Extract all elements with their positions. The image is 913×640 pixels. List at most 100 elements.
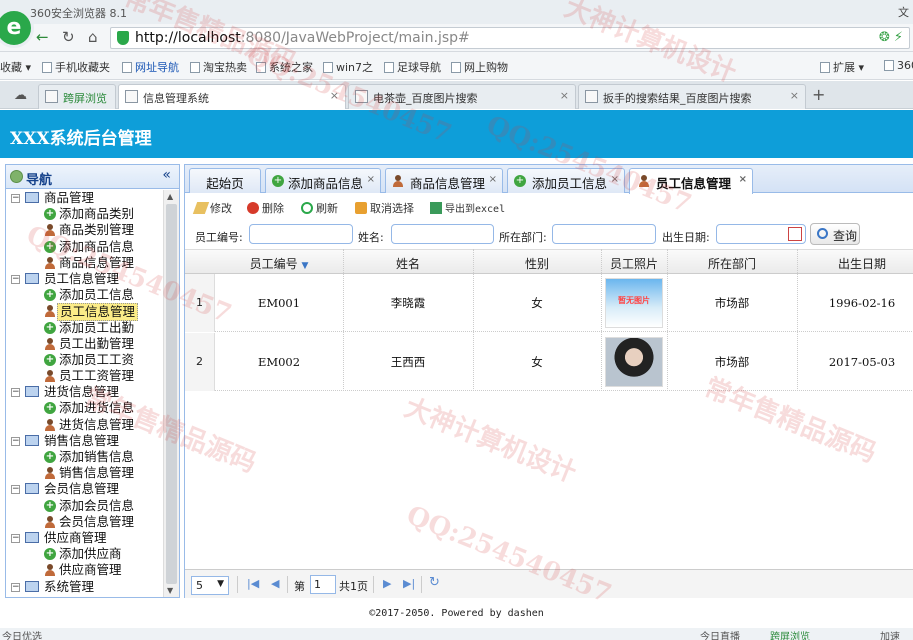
col-photo[interactable]: 员工照片 <box>601 255 667 272</box>
refresh-button[interactable]: 刷新 <box>301 200 338 216</box>
tree-item[interactable]: 商品类别管理 <box>6 222 164 238</box>
browser-tab[interactable]: 跨屏浏览 <box>38 84 116 109</box>
expander-icon[interactable]: − <box>11 194 20 203</box>
tree-item[interactable]: 员工工资管理 <box>6 368 164 384</box>
user-icon <box>44 467 56 480</box>
fav-item[interactable]: 足球导航 <box>384 59 441 75</box>
birth-date-input[interactable] <box>716 224 806 244</box>
browser-tab[interactable]: 电茶壶_百度图片搜索 × <box>348 84 576 109</box>
fav-item[interactable]: 网址导航 <box>122 59 179 75</box>
expander-icon[interactable]: − <box>11 485 20 495</box>
computer-icon <box>25 272 39 284</box>
tree-group[interactable]: − 会员信息管理 <box>6 481 164 497</box>
user-icon <box>44 515 56 528</box>
tree-group[interactable]: − 商品管理 <box>6 190 164 206</box>
tree-item[interactable]: + 添加员工信息 <box>6 287 164 303</box>
calendar-icon[interactable] <box>788 227 802 241</box>
nav-tree: − 商品管理 + 添加商品类别 商品类别管理 + 添加商品信息 商品信息管理 − 员工信息管理 + 添… <box>6 190 164 597</box>
sidebar-scrollbar[interactable]: ▲ ▼ <box>163 190 179 597</box>
tab-add-goods[interactable]: + 添加商品信息 × <box>265 168 381 193</box>
fav-item[interactable]: win7之 <box>323 59 373 75</box>
fav-item[interactable]: 淘宝热卖 <box>190 59 247 75</box>
tab-add-employee[interactable]: + 添加员工信息 × <box>507 168 625 193</box>
tree-group[interactable]: − 销售信息管理 <box>6 433 164 449</box>
tree-item[interactable]: + 添加供应商 <box>6 546 164 562</box>
tree-group[interactable]: − 进货信息管理 <box>6 384 164 400</box>
last-page-icon[interactable]: ▶| <box>403 577 415 590</box>
tree-item[interactable]: + 添加员工工资 <box>6 352 164 368</box>
table-row[interactable]: 1 EM001 李晓霞 女 暂无图片 市场部 1996-02-16 <box>185 274 913 332</box>
tree-item[interactable]: + 添加员工出勤 <box>6 320 164 336</box>
user-icon <box>44 418 56 431</box>
tree-item[interactable]: + 添加会员信息 <box>6 498 164 514</box>
close-icon: × <box>329 89 339 102</box>
nav-sidebar: 导航 « − 商品管理 + 添加商品类别 商品类别管理 + 添加商品信息 商品信息管理 − 员工信… <box>5 164 180 598</box>
home-icon[interactable]: ⌂ <box>88 29 98 45</box>
tree-item[interactable]: 员工信息管理 <box>6 303 164 322</box>
delete-button[interactable]: 删除 <box>247 200 284 216</box>
col-sex[interactable]: 性别 <box>473 255 601 272</box>
col-birth[interactable]: 出生日期 <box>797 255 913 272</box>
tree-item[interactable]: 销售信息管理 <box>6 465 164 481</box>
tree-label: 员工信息管理 <box>44 270 120 286</box>
tree-item[interactable]: + 添加商品类别 <box>6 206 164 222</box>
cell-sex: 女 <box>531 355 543 369</box>
expander-icon[interactable]: − <box>11 274 20 284</box>
fav-item[interactable]: 360 <box>884 59 913 72</box>
close-icon: × <box>789 89 799 102</box>
browser-tab[interactable]: 扳手的搜索结果_百度图片搜索 × <box>578 84 806 109</box>
fav-item[interactable]: 系统之家 <box>256 59 313 75</box>
scroll-thumb[interactable] <box>166 204 177 584</box>
tree-item[interactable]: 进货信息管理 <box>6 417 164 433</box>
tree-item[interactable]: + 添加销售信息 <box>6 449 164 465</box>
fav-item[interactable]: 手机收藏夹 <box>42 59 110 75</box>
tree-item[interactable]: 商品信息管理 <box>6 255 164 271</box>
tree-item[interactable]: + 添加商品信息 <box>6 239 164 255</box>
page-number-input[interactable]: 1 <box>310 575 336 594</box>
fav-item[interactable]: 收藏 ▾ <box>0 59 31 75</box>
export-excel-button[interactable]: 导出到excel <box>430 200 505 215</box>
expander-icon[interactable]: − <box>11 436 20 446</box>
unselect-button[interactable]: 取消选择 <box>355 200 414 216</box>
emp-no-input[interactable] <box>249 224 353 244</box>
new-tab-button[interactable]: + <box>812 85 825 104</box>
cell-sex: 女 <box>531 296 543 310</box>
edit-button[interactable]: 修改 <box>192 200 232 216</box>
url-host: http://localhost <box>135 30 241 46</box>
col-dept[interactable]: 所在部门 <box>667 255 797 272</box>
expander-icon[interactable]: − <box>11 388 20 398</box>
back-icon[interactable]: ← <box>36 29 49 45</box>
reload-icon[interactable]: ↻ <box>429 575 440 590</box>
address-bar[interactable]: http://localhost:8080/JavaWebProject/mai… <box>110 27 910 49</box>
first-page-icon[interactable]: |◀ <box>247 577 259 590</box>
browser-tab-active[interactable]: 信息管理系统 × <box>118 84 346 109</box>
tab-start[interactable]: 起始页 <box>189 168 261 193</box>
tree-item[interactable]: + 添加进货信息 <box>6 400 164 416</box>
close-icon: × <box>738 174 747 185</box>
prev-page-icon[interactable]: ◀ <box>271 577 279 590</box>
expander-icon[interactable]: − <box>11 533 20 543</box>
collapse-icon[interactable]: « <box>162 167 171 183</box>
table-row[interactable]: 2 EM002 王西西 女 市场部 2017-05-03 <box>185 333 913 391</box>
col-emp-no[interactable]: 员工编号 ▼ <box>215 255 343 272</box>
tree-group[interactable]: − 供应商管理 <box>6 530 164 546</box>
tree-item[interactable]: 会员信息管理 <box>6 514 164 530</box>
fav-item[interactable]: 网上购物 <box>451 59 508 75</box>
dept-input[interactable] <box>552 224 656 244</box>
tab-goods-manage[interactable]: 商品信息管理 × <box>385 168 503 193</box>
tab-employee-manage[interactable]: 员工信息管理 × <box>629 168 753 194</box>
tree-group[interactable]: − 员工信息管理 <box>6 271 164 287</box>
speed-icon[interactable]: ❂ ⚡ <box>879 30 903 45</box>
tree-group[interactable]: − 系统管理 <box>6 579 164 595</box>
page-size-select[interactable]: 5 ▼ <box>191 576 229 595</box>
query-button[interactable]: 查询 <box>810 223 860 245</box>
expander-icon[interactable]: − <box>11 582 20 592</box>
cloud-icon[interactable]: ☁ <box>14 88 27 103</box>
name-input[interactable] <box>391 224 494 244</box>
col-name[interactable]: 姓名 <box>343 255 473 272</box>
tree-item[interactable]: 供应商管理 <box>6 562 164 578</box>
refresh-icon[interactable]: ↻ <box>62 29 75 45</box>
tree-item[interactable]: 员工出勤管理 <box>6 336 164 352</box>
next-page-icon[interactable]: ▶ <box>383 577 391 590</box>
fav-item[interactable]: 扩展 ▾ <box>820 59 864 75</box>
